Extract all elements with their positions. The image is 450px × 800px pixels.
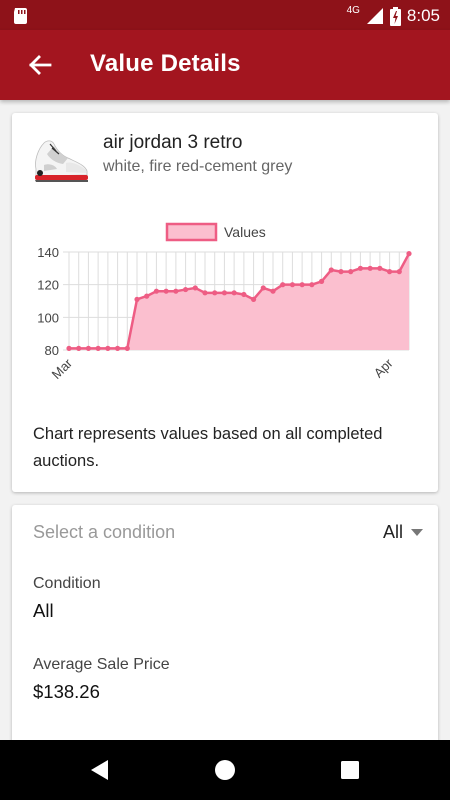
arrow-back-icon[interactable] bbox=[20, 47, 58, 83]
data-point bbox=[289, 282, 296, 288]
y-tick-label: 120 bbox=[37, 278, 59, 293]
data-point bbox=[134, 296, 140, 302]
condition-dropdown-label: Select a condition bbox=[33, 522, 176, 542]
y-tick-label: 100 bbox=[37, 310, 59, 325]
value-chart-card: air jordan 3 retro white, fire red-cemen… bbox=[12, 113, 438, 492]
x-tick-label: Mar bbox=[49, 355, 76, 382]
data-point bbox=[212, 290, 218, 296]
data-point bbox=[299, 282, 305, 288]
condition-label: Condition bbox=[33, 575, 101, 592]
sd-card-icon bbox=[14, 8, 27, 24]
data-point bbox=[85, 345, 92, 351]
data-point bbox=[202, 290, 208, 296]
navigation-bar bbox=[0, 740, 450, 800]
data-point bbox=[173, 288, 179, 294]
data-point bbox=[163, 288, 169, 294]
data-point bbox=[348, 269, 354, 275]
y-tick-label: 140 bbox=[37, 245, 59, 260]
data-point bbox=[231, 290, 237, 296]
page-title: Value Details bbox=[90, 50, 241, 77]
data-point bbox=[105, 345, 111, 351]
legend-swatch bbox=[165, 222, 218, 242]
signal-icon bbox=[366, 8, 383, 24]
nav-recents-icon[interactable] bbox=[338, 758, 362, 782]
data-point bbox=[328, 267, 334, 273]
data-point bbox=[221, 290, 228, 296]
x-tick-label: Apr bbox=[371, 355, 396, 380]
average-price-value: $138.26 bbox=[33, 681, 100, 702]
data-point bbox=[66, 345, 72, 351]
data-point bbox=[377, 265, 383, 271]
condition-value: All bbox=[33, 600, 54, 621]
product-name: air jordan 3 retro bbox=[103, 132, 243, 153]
data-point bbox=[192, 285, 198, 291]
data-point bbox=[144, 293, 150, 299]
condition-dropdown-value: All bbox=[382, 522, 403, 542]
data-point bbox=[338, 269, 344, 275]
data-point bbox=[270, 288, 276, 294]
condition-dropdown[interactable]: Select a condition All bbox=[33, 522, 423, 550]
chart-description: Chart represents values based on all com… bbox=[33, 425, 383, 470]
clock: 8:05 bbox=[406, 6, 440, 25]
battery-icon bbox=[389, 6, 401, 26]
chart-canvas: 80 100 120 140 Mar Apr Values bbox=[37, 222, 412, 382]
data-point bbox=[250, 296, 257, 302]
average-price-label: Average Sale Price bbox=[33, 656, 170, 673]
status-bar: 4G 8:05 bbox=[0, 0, 450, 30]
legend-label: Values bbox=[224, 224, 266, 240]
data-point bbox=[406, 251, 412, 257]
data-point bbox=[260, 285, 266, 291]
nav-home-icon[interactable] bbox=[213, 758, 237, 782]
data-point bbox=[95, 345, 101, 351]
sneaker-image bbox=[35, 140, 88, 182]
network-type: 4G bbox=[346, 4, 360, 16]
data-point bbox=[396, 269, 402, 275]
data-point bbox=[241, 291, 247, 298]
condition-card: Select a condition All Condition All Ave… bbox=[12, 505, 438, 750]
data-point bbox=[153, 288, 160, 294]
data-point bbox=[124, 345, 130, 351]
product-colorway: white, fire red-cement grey bbox=[103, 158, 293, 175]
data-point bbox=[357, 265, 364, 271]
nav-back-icon[interactable] bbox=[88, 758, 112, 782]
data-point bbox=[309, 282, 315, 288]
data-point bbox=[318, 278, 325, 284]
data-point bbox=[280, 282, 286, 288]
data-point bbox=[386, 269, 393, 275]
data-point bbox=[367, 265, 373, 271]
data-point bbox=[182, 286, 189, 293]
data-point bbox=[76, 345, 82, 351]
app-bar: Value Details bbox=[0, 30, 450, 100]
y-tick-label: 80 bbox=[45, 343, 59, 358]
value-chart: 80 100 120 140 Mar Apr Values bbox=[12, 213, 438, 398]
data-point bbox=[114, 345, 121, 351]
dropdown-arrow-icon bbox=[411, 529, 423, 536]
